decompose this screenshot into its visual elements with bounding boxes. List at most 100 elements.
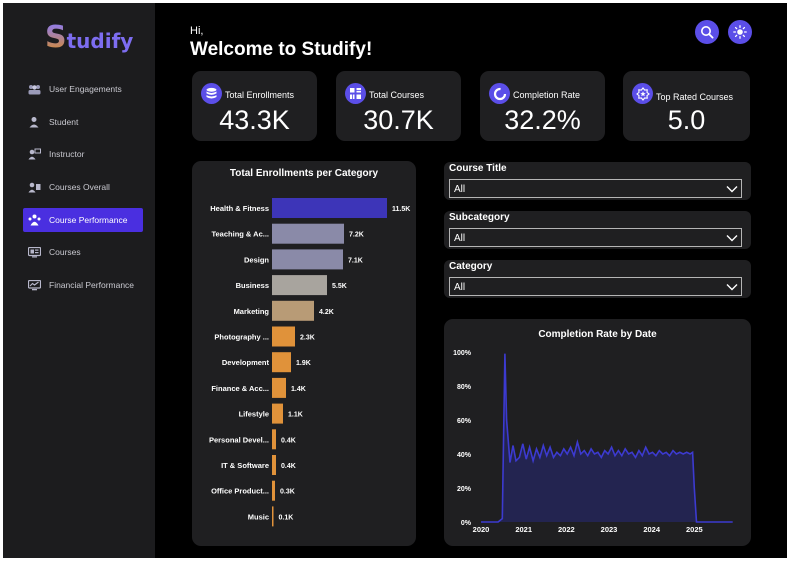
kpi-label: Completion Rate: [513, 90, 581, 100]
search-button[interactable]: [695, 20, 719, 44]
sidebar-item-label: Courses: [49, 247, 81, 258]
sidebar-item-user-engagements[interactable]: User Engagements: [23, 77, 143, 101]
x-tick-label: 2024: [643, 525, 661, 534]
sidebar-item-student[interactable]: Student: [23, 110, 143, 134]
sidebar-item-courses-overall[interactable]: Courses Overall: [23, 175, 143, 199]
data-label: 2.3K: [300, 335, 315, 342]
y-tick-label: 100%: [453, 350, 472, 357]
filter-label: Course Title: [449, 163, 507, 174]
kpi-label: Total Enrollments: [225, 90, 295, 100]
bar[interactable]: [272, 455, 276, 475]
logo-s: S: [45, 20, 67, 55]
data-label: 1.4K: [291, 386, 306, 393]
y-tick-label: 40%: [457, 452, 472, 459]
chevron-down-icon: [726, 284, 738, 291]
x-tick-label: 2021: [515, 525, 532, 534]
category-label: Marketing: [234, 307, 270, 316]
kpi-card-total-courses: Total Courses 30.7K: [336, 71, 461, 141]
search-icon: [701, 26, 714, 39]
bar[interactable]: [272, 275, 327, 296]
enrollments-bar-chart: Health & Fitness 11.5K Teaching & Ac... 7.2…: [209, 198, 410, 527]
kpi-card-top-rated-courses: Top Rated Courses 5.0: [623, 71, 750, 141]
sidebar-nav: User Engagements Student Instructor Cour…: [23, 77, 143, 306]
bar[interactable]: [272, 377, 286, 398]
sidebar-item-label: Instructor: [49, 149, 85, 160]
category-label: Business: [236, 281, 269, 290]
bar[interactable]: [272, 223, 344, 244]
sidebar-item-financial-performance[interactable]: Financial Performance: [23, 273, 143, 297]
category-label: Lifestyle: [239, 410, 269, 419]
financial-icon: [27, 279, 41, 291]
student-icon: [27, 116, 41, 128]
greeting: Hi,: [190, 25, 204, 37]
data-label: 7.2K: [349, 232, 364, 239]
dropdown-value: All: [454, 184, 466, 195]
instructor-icon: [27, 148, 41, 160]
data-label: 1.9K: [296, 360, 311, 367]
data-label: 0.3K: [280, 489, 295, 496]
bar[interactable]: [272, 300, 314, 321]
category-label: Health & Fitness: [210, 204, 269, 213]
progress-ring-icon: [489, 83, 510, 104]
kpi-value: 30.7K: [363, 105, 434, 135]
y-tick-label: 60%: [457, 418, 472, 425]
sidebar-item-label: Student: [49, 116, 79, 127]
course-title-filter: Course Title All: [444, 162, 751, 200]
bar[interactable]: [272, 198, 387, 218]
category-dropdown[interactable]: All: [449, 277, 742, 296]
logo-text: tudify: [66, 29, 134, 53]
chevron-down-icon: [726, 186, 738, 193]
completion-chart-panel: Completion Rate by Date 0% 20% 40% 60% 80% 10…: [444, 319, 751, 546]
x-tick-label: 2025: [686, 525, 703, 534]
sidebar-item-courses[interactable]: Courses: [23, 240, 143, 264]
subcategory-dropdown[interactable]: All: [449, 228, 742, 247]
kpi-value: 5.0: [667, 105, 706, 135]
category-label: Office Product...: [211, 487, 269, 496]
sidebar-item-label: Financial Performance: [49, 280, 135, 291]
app-frame: S tudify User Engagements Student Instru…: [3, 3, 787, 558]
category-label: Design: [244, 255, 269, 264]
category-filter: Category All: [444, 260, 751, 298]
courses-overall-icon: [27, 181, 41, 193]
category-label: Finance & Acc...: [211, 384, 269, 393]
data-label: 0.4K: [281, 463, 296, 470]
kpi-label: Top Rated Courses: [656, 92, 734, 102]
category-label: Teaching & Ac...: [211, 230, 269, 239]
bar[interactable]: [272, 352, 291, 373]
category-label: IT & Software: [221, 461, 269, 470]
app-logo: S tudify: [45, 19, 134, 55]
kpi-card-completion-rate: Completion Rate 32.2%: [480, 71, 605, 141]
subcategory-filter: Subcategory All: [444, 211, 751, 249]
filter-label: Category: [449, 261, 493, 272]
sidebar: S tudify User Engagements Student Instru…: [3, 3, 155, 558]
filter-label: Subcategory: [449, 212, 510, 223]
chevron-down-icon: [726, 235, 738, 242]
bar[interactable]: [272, 480, 275, 501]
kpi-card-total-enrollments: Total Enrollments 43.3K: [192, 71, 317, 141]
sidebar-item-instructor[interactable]: Instructor: [23, 142, 143, 166]
category-label: Photography ...: [214, 333, 269, 342]
sidebar-item-course-performance[interactable]: Course Performance: [23, 207, 143, 232]
bar[interactable]: [272, 506, 274, 527]
data-label: 0.1K: [279, 514, 294, 521]
sun-icon: [733, 25, 747, 39]
y-tick-label: 20%: [457, 486, 472, 493]
enrollments-chart-panel: Total Enrollments per Category Health & …: [192, 161, 416, 546]
users-group-icon: [27, 83, 41, 95]
y-tick-label: 80%: [457, 384, 472, 391]
data-label: 4.2K: [319, 309, 334, 316]
bar[interactable]: [272, 429, 276, 450]
theme-toggle-button[interactable]: [728, 20, 752, 44]
course-performance-icon: [27, 214, 41, 226]
courses-icon: [27, 246, 41, 258]
bar[interactable]: [272, 326, 295, 347]
category-label: Personal Devel...: [209, 435, 269, 444]
bar[interactable]: [272, 403, 283, 424]
course-title-dropdown[interactable]: All: [449, 179, 742, 198]
bar[interactable]: [272, 249, 343, 270]
database-icon: [201, 83, 222, 104]
badge-star-icon: [632, 83, 653, 104]
data-label: 1.1K: [288, 412, 303, 419]
data-label: 11.5K: [392, 206, 410, 213]
sidebar-item-label: User Engagements: [49, 84, 122, 94]
